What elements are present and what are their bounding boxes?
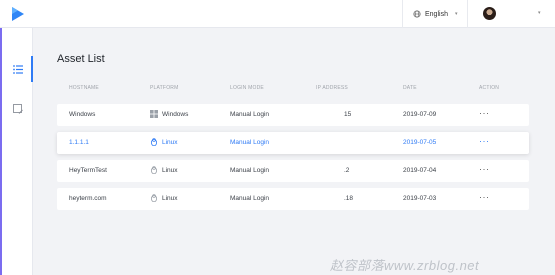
- table-row[interactable]: HeyTermTest Linux Manual Login .2 2019-0…: [57, 160, 529, 182]
- row-platform-label: Linux: [162, 194, 178, 202]
- column-header-action: ACTION: [479, 85, 500, 91]
- top-bar: English ▾ ▾: [0, 0, 555, 28]
- row-platform-label: Linux: [162, 166, 178, 174]
- linux-icon: [151, 194, 157, 202]
- watermark: 赵容部落www.zrblog.net: [330, 258, 480, 273]
- edit-note-icon: [12, 104, 23, 114]
- logo-icon[interactable]: [11, 6, 25, 22]
- language-label: English: [425, 10, 448, 18]
- row-ip-address: .2: [344, 167, 350, 174]
- row-platform: Linux: [150, 194, 178, 202]
- row-hostname: Windows: [69, 111, 96, 118]
- language-selector[interactable]: English ▾: [402, 0, 468, 28]
- table-row[interactable]: Windows Windows Manual Login 15 2019-07-…: [57, 104, 529, 126]
- row-platform-label: Windows: [162, 110, 189, 118]
- windows-icon: [150, 110, 158, 118]
- column-header-login-mode[interactable]: LOGIN MODE: [230, 85, 264, 91]
- more-actions-icon[interactable]: ···: [479, 164, 490, 174]
- row-platform-label: Linux: [162, 138, 178, 146]
- row-login-mode: Manual Login: [230, 111, 270, 118]
- chevron-down-icon[interactable]: ▾: [538, 10, 541, 16]
- row-hostname: HeyTermTest: [69, 167, 107, 174]
- row-hostname: 1.1.1.1: [69, 139, 89, 146]
- table-row[interactable]: heyterm.com Linux Manual Login .18 2019-…: [57, 188, 529, 210]
- column-header-platform[interactable]: PLATFORM: [150, 85, 178, 91]
- row-hostname: heyterm.com: [69, 195, 107, 202]
- row-ip-address: .18: [344, 195, 354, 202]
- row-login-mode: Manual Login: [230, 195, 270, 202]
- chevron-down-icon: ▾: [454, 11, 458, 17]
- row-login-mode: Manual Login: [230, 167, 270, 174]
- row-login-mode: Manual Login: [230, 139, 270, 146]
- more-actions-icon[interactable]: ···: [479, 108, 490, 118]
- column-header-hostname[interactable]: HOSTNAME: [69, 85, 99, 91]
- globe-icon: [413, 10, 421, 18]
- linux-icon: [151, 166, 157, 174]
- row-date: 2019-07-04: [403, 167, 437, 174]
- more-actions-icon[interactable]: ···: [479, 136, 490, 146]
- row-ip-address: 15: [344, 111, 352, 118]
- linux-icon: [151, 138, 157, 146]
- page-title: Asset List: [57, 53, 105, 65]
- table-row[interactable]: 1.1.1.1 Linux Manual Login 2019-07-05 ··…: [57, 132, 529, 154]
- row-platform: Windows: [150, 110, 188, 118]
- row-platform: Linux: [150, 166, 178, 174]
- list-icon: [12, 64, 23, 74]
- sidebar-item-edit[interactable]: [2, 96, 33, 122]
- more-actions-icon[interactable]: ···: [479, 192, 490, 202]
- column-header-date[interactable]: DATE: [403, 85, 417, 91]
- column-header-ip-address[interactable]: IP ADDRESS: [316, 85, 348, 91]
- row-platform: Linux: [150, 138, 178, 146]
- row-date: 2019-07-05: [403, 139, 437, 146]
- sidebar-item-asset-list[interactable]: [2, 56, 33, 82]
- row-date: 2019-07-09: [403, 111, 437, 118]
- row-date: 2019-07-03: [403, 195, 437, 202]
- avatar[interactable]: [483, 7, 496, 20]
- table-header: HOSTNAME PLATFORM LOGIN MODE IP ADDRESS …: [57, 85, 529, 95]
